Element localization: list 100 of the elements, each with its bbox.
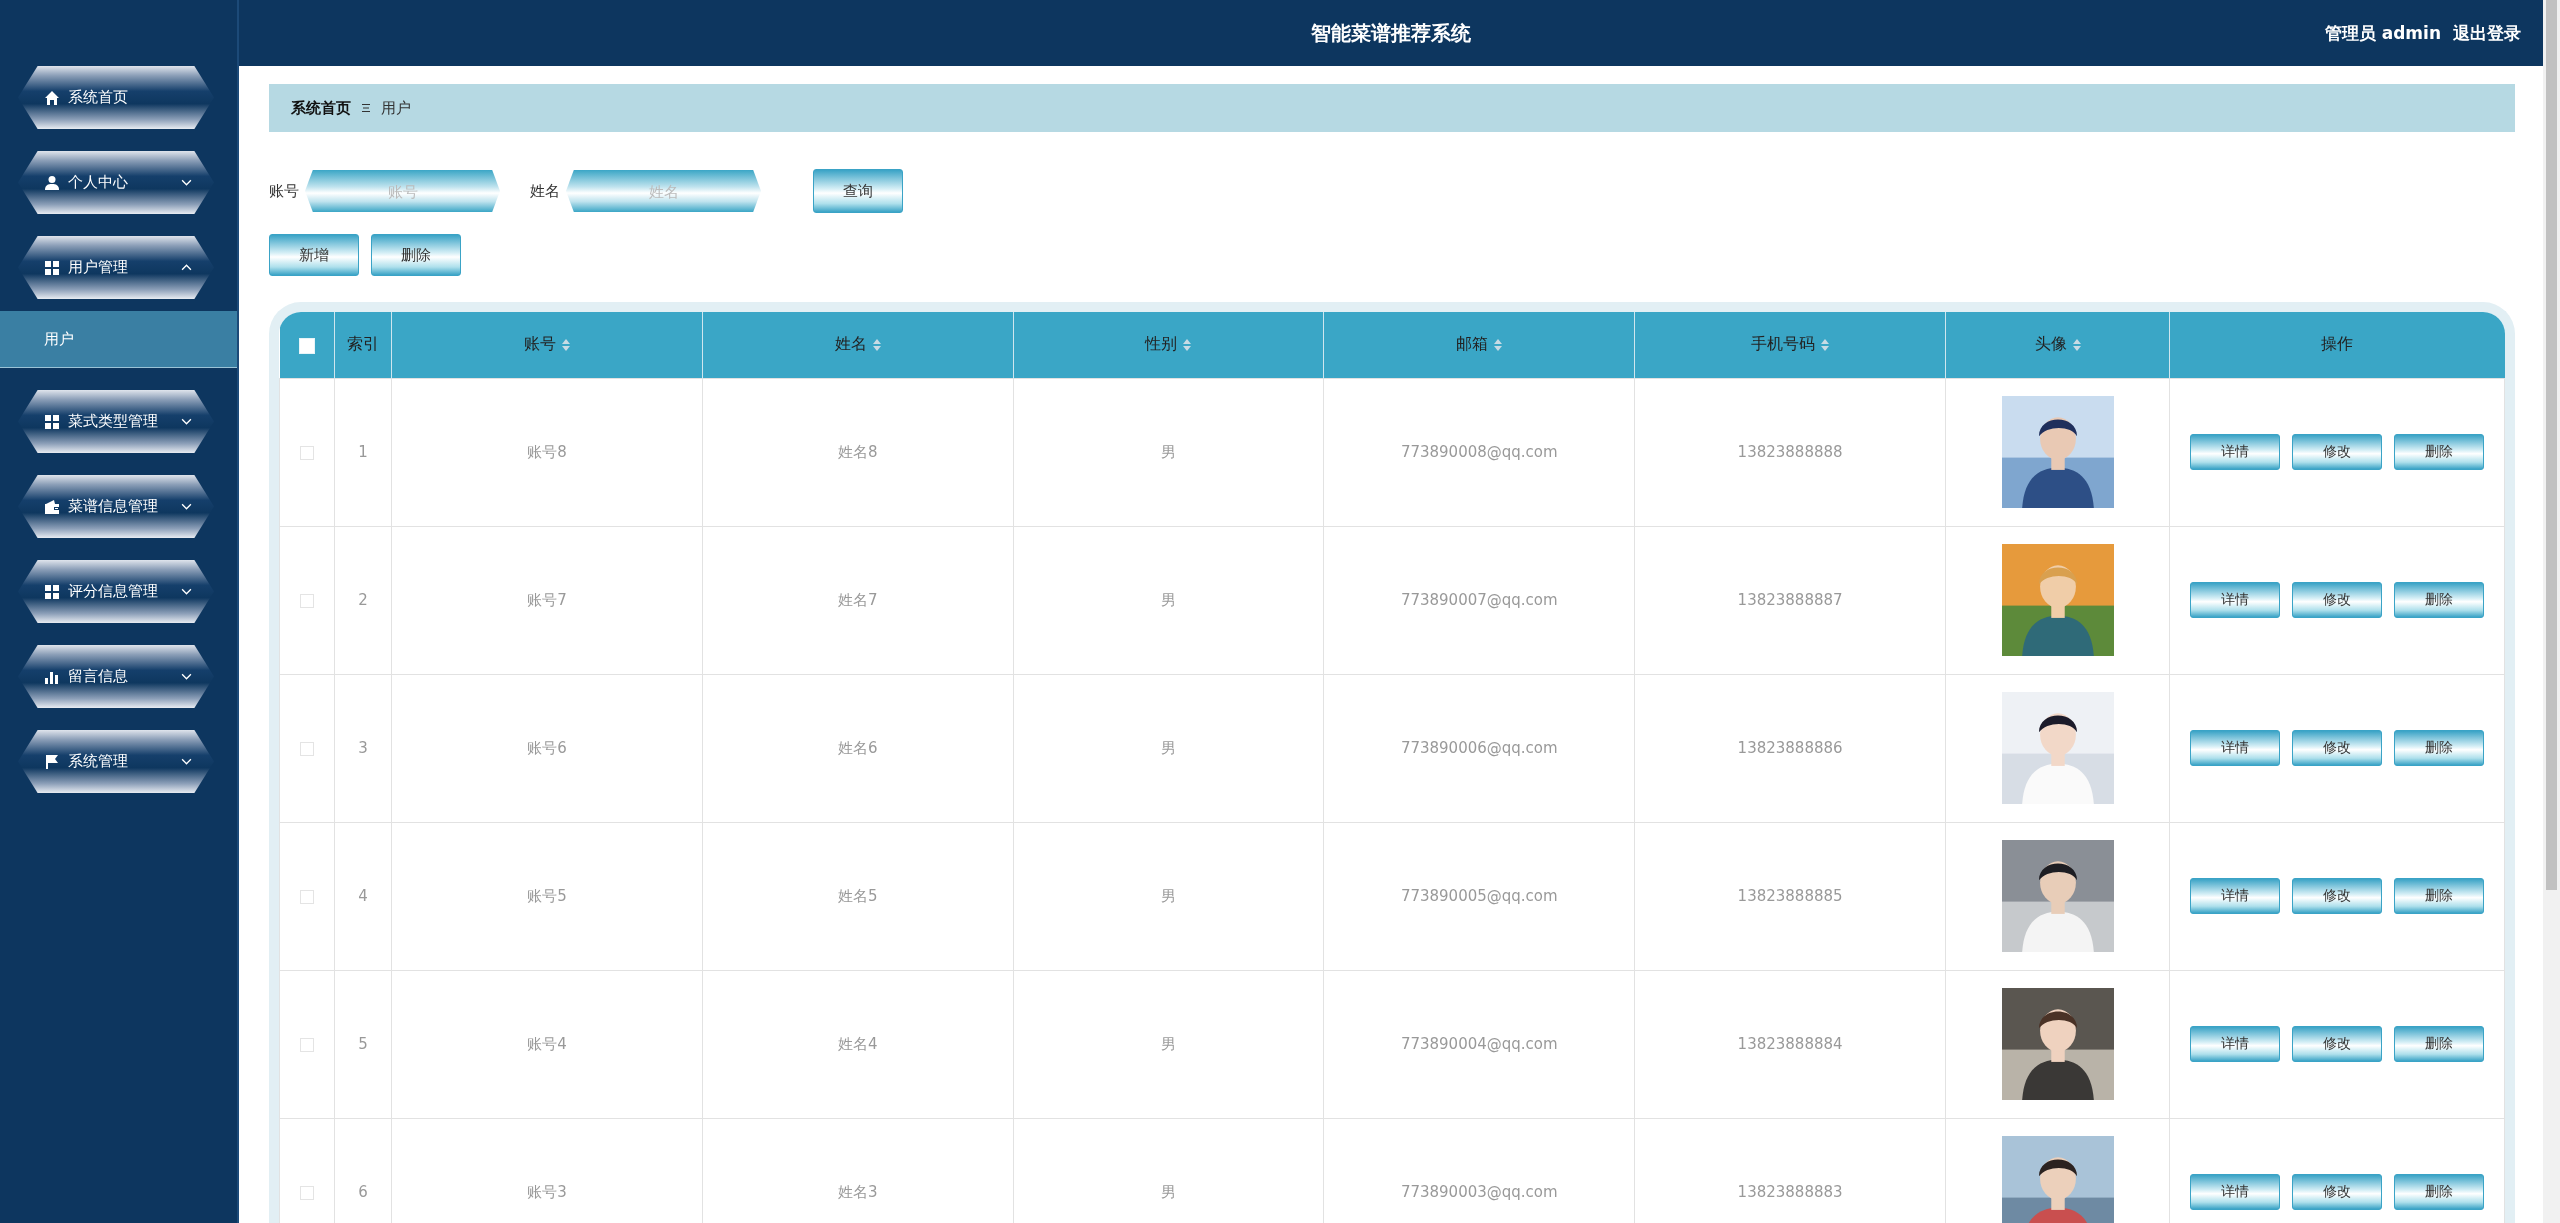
grid-icon <box>44 413 60 430</box>
sort-icon[interactable] <box>1183 338 1192 351</box>
table-cell: 账号5 <box>391 822 703 970</box>
breadcrumb-link[interactable]: 系统首页 <box>291 98 351 118</box>
row-checkbox[interactable] <box>300 741 314 756</box>
home-icon <box>44 89 60 106</box>
scrollbar-thumb[interactable] <box>2546 0 2557 890</box>
table-cell: 13823888888 <box>1634 378 1946 526</box>
column-header: 账号 <box>523 334 556 356</box>
table-cell: 姓名7 <box>702 526 1014 674</box>
table-cell: 773890006@qq.com <box>1323 674 1635 822</box>
table-cell: 姓名6 <box>702 674 1014 822</box>
separator-icon <box>361 103 371 113</box>
column-header: 性别 <box>1145 334 1178 356</box>
submenu-item[interactable]: 用户 <box>0 311 237 368</box>
sort-icon[interactable] <box>2072 338 2081 351</box>
table-cell: 13823888885 <box>1634 822 1946 970</box>
menu-item[interactable]: 菜式类型管理 <box>18 390 214 453</box>
select-all-checkbox[interactable] <box>298 337 315 354</box>
row-checkbox[interactable] <box>300 1185 314 1200</box>
row-action-button[interactable]: 详情 <box>2190 730 2280 766</box>
table-cell: 3 <box>334 674 392 822</box>
table-cell: 4 <box>334 822 392 970</box>
menu-item[interactable]: 用户管理 <box>18 236 214 299</box>
row-action-button[interactable]: 修改 <box>2292 434 2382 470</box>
query-button[interactable]: 查询 <box>813 169 903 213</box>
table-cell: 男 <box>1013 526 1324 674</box>
scrollbar[interactable] <box>2543 0 2560 1223</box>
menu-item[interactable]: 系统管理 <box>18 730 214 793</box>
field-label: 姓名 <box>530 181 560 201</box>
sort-icon[interactable] <box>872 338 881 351</box>
row-action-button[interactable]: 修改 <box>2292 1026 2382 1062</box>
table-cell: 773890005@qq.com <box>1323 822 1635 970</box>
sort-icon[interactable] <box>1494 338 1503 351</box>
row-action-button[interactable]: 删除 <box>2394 878 2484 914</box>
menu-item[interactable]: 系统首页 <box>18 66 214 129</box>
flag-icon <box>44 753 60 770</box>
table-cell: 男 <box>1013 970 1324 1118</box>
table-cell: 姓名5 <box>702 822 1014 970</box>
grid-icon <box>44 259 60 276</box>
row-action-button[interactable]: 删除 <box>2394 1026 2484 1062</box>
table-cell: 13823888884 <box>1634 970 1946 1118</box>
logout-link[interactable]: 退出登录 <box>2453 21 2521 45</box>
action-button[interactable]: 新增 <box>269 234 359 276</box>
column-header: 姓名 <box>834 334 867 356</box>
table-cell: 男 <box>1013 674 1324 822</box>
row-action-button[interactable]: 详情 <box>2190 582 2280 618</box>
row-action-button[interactable]: 修改 <box>2292 730 2382 766</box>
row-action-button[interactable]: 修改 <box>2292 1174 2382 1210</box>
row-action-button[interactable]: 详情 <box>2190 878 2280 914</box>
table-cell: 账号6 <box>391 674 703 822</box>
table-cell: 账号7 <box>391 526 703 674</box>
table-cell: 姓名8 <box>702 378 1014 526</box>
menu-item[interactable]: 评分信息管理 <box>18 560 214 623</box>
column-header: 头像 <box>2034 334 2067 356</box>
menu-item[interactable]: 菜谱信息管理 <box>18 475 214 538</box>
user-label: 管理员 admin <box>2324 21 2441 45</box>
column-header: 邮箱 <box>1456 334 1489 356</box>
table-cell: 773890007@qq.com <box>1323 526 1635 674</box>
row-action-button[interactable]: 删除 <box>2394 730 2484 766</box>
grid-icon <box>44 583 60 600</box>
table-cell: 1 <box>334 378 392 526</box>
app-title: 智能菜谱推荐系统 <box>1311 19 1471 47</box>
row-checkbox[interactable] <box>300 593 314 608</box>
table-cell: 13823888887 <box>1634 526 1946 674</box>
table-cell: 男 <box>1013 378 1324 526</box>
row-action-button[interactable]: 删除 <box>2394 582 2484 618</box>
table-cell: 账号8 <box>391 378 703 526</box>
table-cell: 账号4 <box>391 970 703 1118</box>
table-cell: 男 <box>1013 822 1324 970</box>
action-button[interactable]: 删除 <box>371 234 461 276</box>
wallet-icon <box>44 498 60 515</box>
sort-icon[interactable] <box>561 338 570 351</box>
table-cell: 773890008@qq.com <box>1323 378 1635 526</box>
table-cell: 773890004@qq.com <box>1323 970 1635 1118</box>
row-action-button[interactable]: 详情 <box>2190 434 2280 470</box>
menu-item[interactable]: 个人中心 <box>18 151 214 214</box>
row-action-button[interactable]: 详情 <box>2190 1174 2280 1210</box>
menu-item[interactable]: 留言信息 <box>18 645 214 708</box>
field-label: 账号 <box>269 181 299 201</box>
row-checkbox[interactable] <box>300 889 314 904</box>
column-header: 操作 <box>2321 334 2354 356</box>
row-action-button[interactable]: 修改 <box>2292 582 2382 618</box>
sort-icon[interactable] <box>1821 338 1830 351</box>
row-checkbox[interactable] <box>300 445 314 460</box>
table-cell: 5 <box>334 970 392 1118</box>
row-checkbox[interactable] <box>300 1037 314 1052</box>
table-cell: 姓名4 <box>702 970 1014 1118</box>
row-action-button[interactable]: 删除 <box>2394 1174 2484 1210</box>
table-cell: 2 <box>334 526 392 674</box>
search-field[interactable]: 姓名 <box>566 170 761 212</box>
breadcrumb-link[interactable]: 用户 <box>381 98 411 118</box>
column-header: 索引 <box>347 334 379 356</box>
table-cell: 13823888886 <box>1634 674 1946 822</box>
search-field[interactable]: 账号 <box>305 170 500 212</box>
row-action-button[interactable]: 修改 <box>2292 878 2382 914</box>
column-header: 手机号码 <box>1751 334 1816 356</box>
person-icon <box>44 174 60 191</box>
row-action-button[interactable]: 删除 <box>2394 434 2484 470</box>
row-action-button[interactable]: 详情 <box>2190 1026 2280 1062</box>
